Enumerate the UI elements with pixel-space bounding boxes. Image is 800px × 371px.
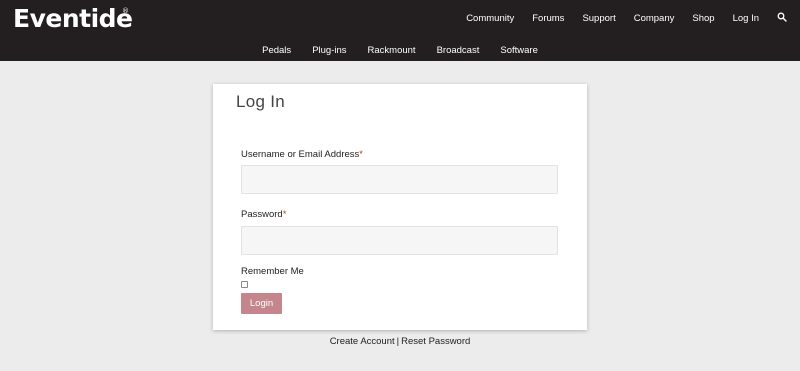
username-label: Username or Email Address* [241,149,363,160]
password-label-text: Password [241,209,283,220]
eventide-logo[interactable]: Eventide [13,5,133,33]
create-account-link[interactable]: Create Account [330,336,395,347]
reset-password-link[interactable]: Reset Password [401,336,470,347]
password-input[interactable] [241,226,558,255]
remember-me-label: Remember Me [241,266,304,277]
nav-support[interactable]: Support [582,11,615,27]
product-nav: Pedals Plug-ins Rackmount Broadcast Soft… [0,43,800,59]
page-title: Log In [236,92,286,111]
username-input[interactable] [241,165,558,194]
nav-broadcast[interactable]: Broadcast [437,43,480,59]
nav-community[interactable]: Community [466,11,514,27]
top-nav: Community Forums Support Company Shop Lo… [448,11,759,27]
search-icon[interactable] [777,12,787,22]
password-label: Password* [241,209,286,220]
nav-company[interactable]: Company [634,11,675,27]
required-mark: * [359,149,363,160]
nav-log-in[interactable]: Log In [733,11,759,27]
login-button[interactable]: Login [241,293,282,314]
link-separator: | [396,336,400,347]
remember-me-checkbox[interactable] [241,281,248,288]
nav-pedals[interactable]: Pedals [262,43,291,59]
required-mark: * [282,209,287,220]
registered-mark: ® [122,7,129,15]
nav-shop[interactable]: Shop [692,11,714,27]
nav-software[interactable]: Software [500,43,538,59]
login-card: Log In Username or Email Address* Passwo… [213,84,587,330]
account-links: Create Account | Reset Password [0,336,800,347]
nav-plug-ins[interactable]: Plug-ins [312,43,346,59]
site-header: Eventide ® Community Forums Support Comp… [0,0,800,61]
username-label-text: Username or Email Address [241,149,360,160]
nav-forums[interactable]: Forums [532,11,564,27]
nav-rackmount[interactable]: Rackmount [368,43,416,59]
